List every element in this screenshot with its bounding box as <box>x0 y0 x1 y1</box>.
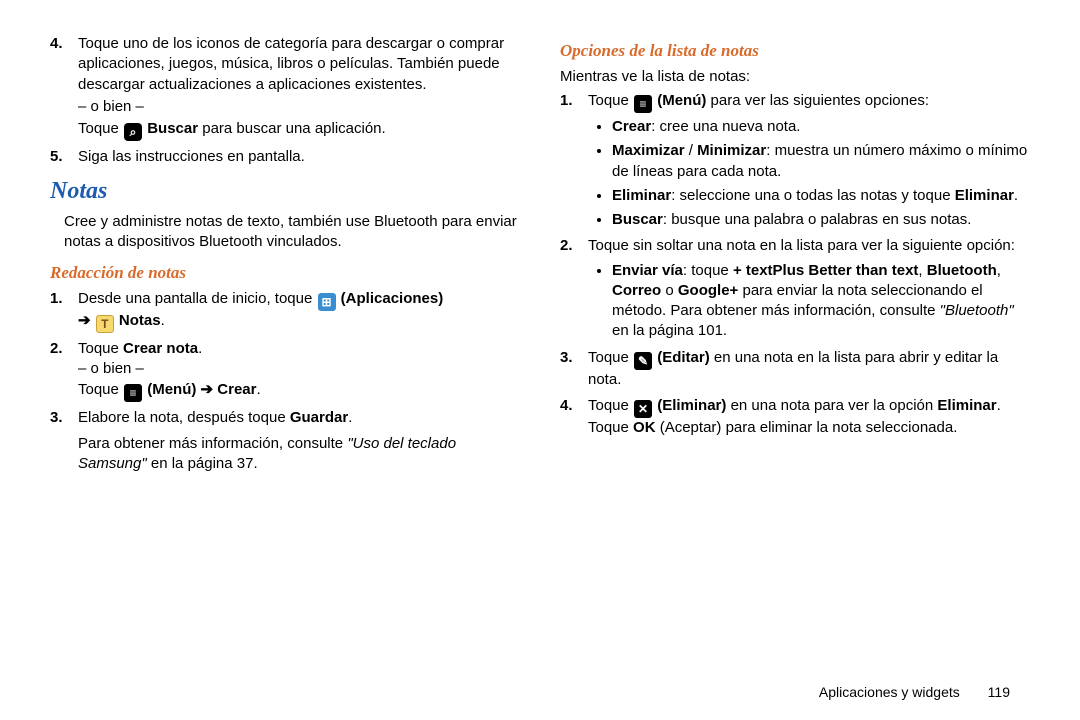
menu-bullets: Crear: cree una nueva nota. Maximizar / … <box>594 117 1030 230</box>
right-column: Opciones de la lista de notas Mientras v… <box>560 30 1030 480</box>
step-number: 3. <box>50 408 63 428</box>
heading-notas: Notas <box>50 175 520 207</box>
or-divider: – o bien – <box>78 97 520 117</box>
close-icon: ✕ <box>634 400 652 418</box>
ostep-4: 4. Toque ✕ (Eliminar) en una nota para v… <box>588 396 1030 438</box>
step-number: 1. <box>50 289 63 309</box>
heading-redaccion: Redacción de notas <box>50 262 520 285</box>
menu-icon: ≡ <box>634 95 652 113</box>
page-footer: Aplicaciones y widgets 119 <box>819 684 1010 700</box>
step-4: 4. Toque uno de los iconos de categoría … <box>78 34 520 141</box>
continued-steps: 4. Toque uno de los iconos de categoría … <box>50 34 520 167</box>
step-text: Siga las instrucciones en pantalla. <box>78 148 305 165</box>
step-number: 2. <box>50 339 63 359</box>
search-icon: ⌕ <box>124 123 142 141</box>
bullet-eliminar: Eliminar: seleccione una o todas las not… <box>612 186 1030 206</box>
footer-section: Aplicaciones y widgets <box>819 684 960 700</box>
apps-icon: ⊞ <box>318 293 336 311</box>
notes-icon: T <box>96 315 114 333</box>
rstep-2: 2. Toque Crear nota. – o bien – Toque ≡ … <box>78 339 520 402</box>
hold-bullets: Enviar vía: toque + textPlus Better than… <box>594 261 1030 342</box>
opciones-intro: Mientras ve la lista de notas: <box>560 67 1030 87</box>
bullet-buscar: Buscar: busque una palabra o palabras en… <box>612 210 1030 230</box>
bullet-enviar: Enviar vía: toque + textPlus Better than… <box>612 261 1030 342</box>
bullet-crear: Crear: cree una nueva nota. <box>612 117 1030 137</box>
keyboard-ref: Para obtener más información, consulte "… <box>78 434 520 475</box>
step-text: Toque uno de los iconos de categoría par… <box>78 35 504 93</box>
step-number: 3. <box>560 348 573 368</box>
notas-intro: Cree y administre notas de texto, tambié… <box>64 212 520 253</box>
ostep-1: 1. Toque ≡ (Menú) para ver las siguiente… <box>588 91 1030 230</box>
edit-icon: ✎ <box>634 352 652 370</box>
ostep-3: 3. Toque ✎ (Editar) en una nota en la li… <box>588 348 1030 390</box>
step-number: 1. <box>560 91 573 111</box>
rstep-1: 1. Desde una pantalla de inicio, toque ⊞… <box>78 289 520 333</box>
left-column: 4. Toque uno de los iconos de categoría … <box>50 30 520 480</box>
step-number: 4. <box>50 34 63 54</box>
step-5: 5. Siga las instrucciones en pantalla. <box>78 147 520 167</box>
ostep-2: 2. Toque sin soltar una nota en la lista… <box>588 236 1030 341</box>
menu-icon: ≡ <box>124 384 142 402</box>
heading-opciones: Opciones de la lista de notas <box>560 40 1030 63</box>
step-number: 2. <box>560 236 573 256</box>
menu-line: Toque ≡ (Menú) ➔ Crear. <box>78 380 520 402</box>
redaccion-steps: 1. Desde una pantalla de inicio, toque ⊞… <box>50 289 520 428</box>
step-number: 5. <box>50 147 63 167</box>
or-divider: – o bien – <box>78 359 520 379</box>
opciones-steps: 1. Toque ≡ (Menú) para ver las siguiente… <box>560 91 1030 438</box>
search-line: Toque ⌕ Buscar para buscar una aplicació… <box>78 119 520 141</box>
page-number: 119 <box>988 684 1010 700</box>
bullet-maxmin: Maximizar / Minimizar: muestra un número… <box>612 141 1030 182</box>
rstep-3: 3. Elabore la nota, después toque Guarda… <box>78 408 520 428</box>
columns: 4. Toque uno de los iconos de categoría … <box>50 30 1030 480</box>
manual-page: 4. Toque uno de los iconos de categoría … <box>0 0 1080 720</box>
step-number: 4. <box>560 396 573 416</box>
arrow-line: ➔ T Notas. <box>78 311 520 333</box>
